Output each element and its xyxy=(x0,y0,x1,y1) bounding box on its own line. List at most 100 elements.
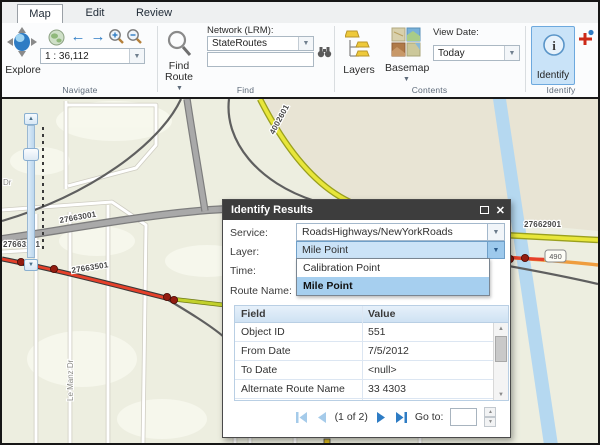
value-cell: 33 4303 xyxy=(368,380,406,398)
tab-review[interactable]: Review xyxy=(126,3,182,23)
identify-i-icon: i xyxy=(542,33,566,57)
close-icon[interactable]: ✕ xyxy=(496,204,505,217)
basemap-button[interactable]: Basemap ▼ xyxy=(391,27,421,62)
field-cell: From Date xyxy=(241,342,291,360)
field-cell: To Date xyxy=(241,361,277,379)
basemap-tiles-icon xyxy=(391,27,421,57)
group-separator xyxy=(334,26,335,92)
chevron-down-icon[interactable]: ▼ xyxy=(129,49,144,63)
map-zoom-slider[interactable]: ▲ ▼ xyxy=(22,113,40,271)
scrollbar-thumb[interactable] xyxy=(495,336,507,362)
chevron-down-icon: ▼ xyxy=(403,76,410,83)
group-separator xyxy=(525,26,526,92)
time-label: Time: xyxy=(230,265,256,277)
route-input[interactable] xyxy=(207,52,314,67)
pagination-bar: (1 of 2) Go to: ▲ ▼ xyxy=(223,403,502,431)
value-cell: 7/5/2012 xyxy=(368,342,409,360)
table-row[interactable]: To Date <null> xyxy=(235,361,493,380)
network-combobox[interactable]: StateRoutes ▼ xyxy=(207,36,314,51)
binoculars-icon[interactable] xyxy=(317,44,332,64)
spinner-down-icon[interactable]: ▼ xyxy=(484,417,496,427)
service-combobox[interactable]: RoadsHighways/NewYorkRoads ▼ xyxy=(296,223,505,241)
tab-map[interactable]: Map xyxy=(17,4,63,23)
field-cell: Alternate Route Name xyxy=(241,380,345,398)
view-date-label: View Date: xyxy=(433,27,479,38)
page-indicator: (1 of 2) xyxy=(335,411,368,423)
dropdown-option-calibration-point[interactable]: Calibration Point xyxy=(297,259,489,277)
value-column-header: Value xyxy=(368,306,395,322)
basemap-label: Basemap xyxy=(385,62,427,74)
attributes-table: Field Value Object ID 551 From Date 7/5/… xyxy=(234,305,509,401)
svg-text:490: 490 xyxy=(549,252,562,261)
service-value: RoadsHighways/NewYorkRoads xyxy=(302,226,453,238)
spinner-up-icon[interactable]: ▲ xyxy=(484,407,496,417)
scroll-up-icon[interactable]: ▲ xyxy=(494,323,508,334)
layer-combobox[interactable]: Mile Point ▼ xyxy=(296,241,505,259)
table-row[interactable]: Alternate Route Name 33 4303 xyxy=(235,380,493,399)
dialog-title-bar[interactable]: Identify Results ✕ xyxy=(223,200,510,220)
maximize-icon[interactable] xyxy=(480,206,489,214)
identify-results-dialog: Identify Results ✕ Service: RoadsHighway… xyxy=(222,199,511,438)
app-window: Map Edit Review Explore ← → xyxy=(0,0,600,445)
back-extent-arrow-button[interactable]: ← xyxy=(68,28,88,45)
route-label: 27662901 xyxy=(524,220,562,229)
previous-page-button[interactable] xyxy=(315,411,328,424)
layer-value: Mile Point xyxy=(302,244,348,256)
chevron-down-icon[interactable]: ▼ xyxy=(487,224,504,240)
group-label-identify: Identify xyxy=(525,85,597,97)
table-row[interactable]: Object ID 551 xyxy=(235,323,493,342)
layers-tree-icon xyxy=(345,29,371,63)
ribbon: Explore ← → 1 : 36,112 ▼ Navigate Find R… xyxy=(2,23,598,97)
service-label: Service: xyxy=(230,227,268,239)
next-page-button[interactable] xyxy=(375,411,388,424)
ribbon-tab-bar: Map Edit Review xyxy=(2,2,598,23)
route-shield-490: 490 xyxy=(545,250,566,262)
group-separator xyxy=(157,26,158,92)
zoom-slider-minus-button[interactable]: ▼ xyxy=(24,259,38,271)
chevron-down-icon[interactable]: ▼ xyxy=(487,242,504,258)
identify-button-label: Identify xyxy=(532,70,574,81)
zoom-in-icon[interactable] xyxy=(108,28,125,50)
value-cell: <null> xyxy=(368,361,397,379)
network-lrm-label: Network (LRM): xyxy=(207,25,274,36)
find-route-button[interactable]: Find Route ▼ xyxy=(165,29,193,64)
network-value: StateRoutes xyxy=(212,38,267,49)
dropdown-option-mile-point[interactable]: Mile Point xyxy=(297,277,489,295)
goto-page-input[interactable] xyxy=(450,408,477,426)
identify-route-tool-icon[interactable] xyxy=(577,29,595,52)
layer-dropdown-list: Calibration Point Mile Point xyxy=(296,258,490,296)
signal-marker xyxy=(324,439,330,445)
chevron-down-icon[interactable]: ▼ xyxy=(504,46,519,60)
identify-button[interactable]: i Identify xyxy=(531,26,575,85)
zoom-slider-track[interactable] xyxy=(27,125,35,258)
chevron-down-icon[interactable]: ▼ xyxy=(298,37,313,50)
scale-value: 1 : 36,112 xyxy=(45,51,89,62)
explore-button[interactable]: Explore xyxy=(7,27,37,68)
zoom-slider-thumb[interactable] xyxy=(23,148,39,161)
value-cell: 551 xyxy=(368,323,386,341)
explore-label: Explore xyxy=(3,64,43,76)
goto-spinner[interactable]: ▲ ▼ xyxy=(484,407,496,427)
zoom-out-icon[interactable] xyxy=(126,28,143,50)
find-route-label-2: Route xyxy=(159,71,199,83)
layers-button[interactable]: Layers xyxy=(345,29,371,68)
group-label-find: Find xyxy=(157,85,334,97)
group-label-navigate: Navigate xyxy=(4,85,156,97)
layers-label: Layers xyxy=(339,64,379,76)
field-column-header: Field xyxy=(241,306,266,322)
table-scrollbar[interactable]: ▲ ▼ xyxy=(493,323,508,400)
dialog-title: Identify Results xyxy=(231,204,313,216)
view-date-combobox[interactable]: Today ▼ xyxy=(433,45,520,61)
street-label: Le Manz Dr xyxy=(66,359,75,401)
tab-edit[interactable]: Edit xyxy=(72,3,118,23)
first-page-button[interactable] xyxy=(295,411,308,424)
last-page-button[interactable] xyxy=(395,411,408,424)
forward-extent-arrow-button[interactable]: → xyxy=(88,28,108,45)
route-name-label: Route Name: xyxy=(230,285,292,297)
goto-label: Go to: xyxy=(415,411,444,423)
scroll-down-icon[interactable]: ▼ xyxy=(494,389,508,400)
zoom-slider-plus-button[interactable]: ▲ xyxy=(24,113,38,125)
table-row[interactable]: From Date 7/5/2012 xyxy=(235,342,493,361)
street-label: Dr xyxy=(3,178,12,187)
scale-combobox[interactable]: 1 : 36,112 ▼ xyxy=(40,48,145,64)
